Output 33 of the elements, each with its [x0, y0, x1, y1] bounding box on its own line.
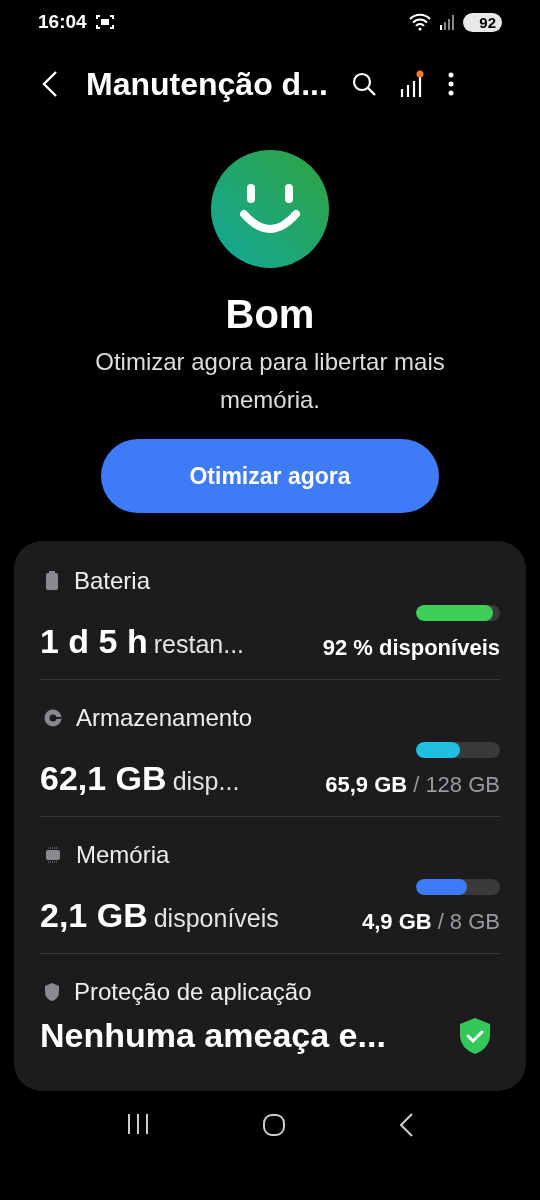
usage-total: / 8 GB — [437, 909, 500, 934]
value-suffix: disp... — [172, 767, 240, 796]
usage-total: / 128 GB — [413, 772, 500, 797]
wifi-icon — [409, 13, 432, 31]
status-title: Bom — [225, 292, 315, 337]
section-label: Bateria — [74, 567, 151, 595]
optimize-button[interactable]: Otimizar agora — [101, 439, 439, 513]
section-label: Proteção de aplicação — [74, 978, 312, 1006]
value-suffix: restan... — [153, 630, 245, 659]
smiley-face-icon — [211, 150, 329, 268]
section-label: Armazenamento — [76, 704, 253, 732]
clock-time: 16:04 — [38, 11, 87, 33]
battery-indicator: 92 — [463, 12, 502, 32]
shield-icon — [44, 982, 60, 1002]
usage-reading: 4,9 GB — [361, 909, 432, 934]
battery-icon — [44, 571, 60, 591]
usage-reading: 92 % disponíveis — [322, 635, 500, 660]
value-text: 1 d 5 h — [40, 622, 148, 661]
section-label: Memória — [76, 841, 170, 869]
back-icon[interactable] — [398, 1113, 414, 1137]
usage-reading: 65,9 GB — [325, 772, 408, 797]
recent-apps-icon[interactable] — [126, 1113, 150, 1135]
screenshot-icon — [94, 13, 115, 31]
status-message: Otimizar agora para libertar mais memória. — [94, 347, 446, 415]
value-text: Nenhuma ameaça e... — [40, 1016, 386, 1055]
memory-chip-icon — [44, 846, 62, 864]
check-shield-icon — [458, 1017, 492, 1055]
signal-icon — [439, 14, 456, 30]
value-suffix: disponíveis — [153, 904, 279, 933]
value-text: 2,1 GB — [40, 896, 148, 935]
page-title: Manutenção d... — [86, 65, 328, 103]
home-icon[interactable] — [262, 1113, 286, 1137]
value-text: 62,1 GB — [40, 759, 167, 798]
